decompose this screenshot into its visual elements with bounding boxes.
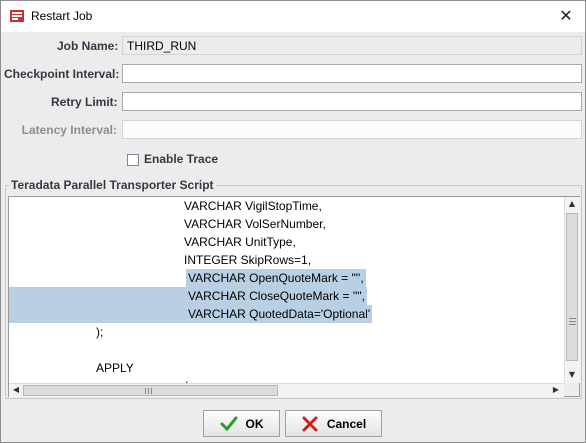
scroll-right-icon[interactable]: ▶ [550,384,562,396]
job-name-field: THIRD_RUN [122,36,582,55]
latency-interval-field [122,120,582,139]
script-group-title: Teradata Parallel Transporter Script [9,178,216,192]
vertical-scroll-thumb[interactable] [566,213,578,361]
checkpoint-interval-field[interactable] [122,64,582,83]
cancel-label: Cancel [326,416,367,431]
checkmark-icon [220,416,237,431]
horizontal-scroll-thumb[interactable] [23,385,278,396]
x-icon [302,416,318,431]
script-text-area[interactable]: VARCHAR VigilStopTime, VARCHAR VolSerNum… [8,196,580,397]
restart-job-dialog: Restart Job ✕ Job Name: THIRD_RUN Checkp… [0,0,586,443]
script-line-selected: VARCHAR QuotedData='Optional' [186,305,373,323]
restart-job-icon [10,10,24,22]
retry-limit-label: Retry Limit: [51,95,118,109]
checkpoint-interval-label: Checkpoint Interval: [4,67,120,81]
close-button[interactable]: ✕ [554,5,578,27]
ok-button[interactable]: OK [203,410,280,437]
selection-highlight [9,287,187,323]
scroll-up-icon[interactable]: ▲ [566,198,578,210]
script-line: ); [96,325,104,339]
cancel-button[interactable]: Cancel [285,410,382,437]
script-line-selected: VARCHAR CloseQuoteMark = '"', [186,287,368,305]
window-title: Restart Job [31,9,93,23]
scroll-corner [564,383,579,396]
vertical-scrollbar[interactable]: ▲ ▼ [564,197,580,383]
title-bar: Restart Job ✕ [1,1,585,32]
script-line-selected: VARCHAR OpenQuoteMark = '"', [186,269,366,287]
script-line: APPLY [96,361,134,375]
retry-limit-field[interactable] [122,92,582,111]
script-line: VARCHAR UnitType, [184,235,296,249]
ok-label: OK [245,416,264,431]
scroll-left-icon[interactable]: ◀ [10,384,22,396]
job-name-label: Job Name: [57,39,119,53]
script-line: VARCHAR VolSerNumber, [184,217,326,231]
script-line: VARCHAR VigilStopTime, [184,199,322,213]
enable-trace-checkbox[interactable] [127,154,139,166]
enable-trace-label[interactable]: Enable Trace [144,152,218,166]
horizontal-scrollbar[interactable]: ◀ ▶ [9,383,564,397]
scroll-down-icon[interactable]: ▼ [566,369,578,381]
script-line: INTEGER SkipRows=1, [184,253,312,267]
latency-interval-label: Latency Interval: [21,123,117,137]
